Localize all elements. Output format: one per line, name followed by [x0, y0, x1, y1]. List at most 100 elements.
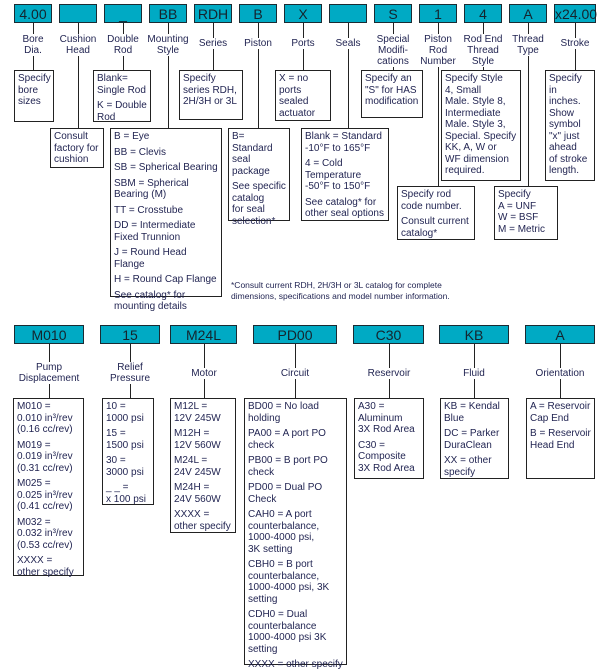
option-box: Blank= Single Rod K = Double Rod [93, 70, 151, 123]
option-text: CBH0 = B port counterbalance, 1000-4000 … [248, 559, 330, 605]
option-text: See specific catalog for seal selection* [232, 181, 286, 227]
option-box: Specify series RDH, 2H/3H or 3L [179, 70, 243, 120]
option-box: Consult factory for cushion [50, 128, 104, 168]
option-box: M010 = 0.010 in³/rev (0.16 cc/rev) M019 =… [13, 398, 84, 578]
option-text: M24L = 24V 245W [174, 455, 221, 478]
field-label: Seals [334, 38, 362, 49]
field-label: Cushion Head [58, 34, 98, 56]
code-box-bottom_codes-1: 15 [100, 325, 160, 344]
option-text: SBM = Spherical Bearing (M) [114, 177, 189, 201]
option-text: 4 = Cold Temperature -50°F to 150°F [305, 158, 371, 192]
option-text: M12L = 12V 245W [174, 401, 221, 424]
option-text: Consult factory for cushion [54, 131, 99, 165]
field-label: Mounting Style [146, 34, 190, 56]
option-box: Specify bore sizes [14, 70, 54, 122]
option-text: K = Double Rod [97, 100, 147, 123]
option-box: X = no ports sealed actuator [275, 70, 331, 121]
field-label: Ports [290, 38, 316, 49]
code-box-top_codes-5: B [239, 4, 277, 23]
code-box-top_codes-11: A [509, 4, 547, 23]
option-text: CDH0 = Dual counterbalance 1000-4000 psi… [248, 609, 327, 655]
option-text: See catalog* for mounting details [114, 289, 187, 313]
option-box: Specify rod code number. Consult current … [397, 186, 475, 240]
option-text: M12H = 12V 560W [174, 428, 221, 451]
option-text: 15 = 1500 psi [106, 428, 144, 451]
field-label: Orientation [534, 368, 586, 379]
option-text: SB = Spherical Bearing [114, 162, 218, 173]
field-label: Circuit [279, 368, 311, 379]
code-box-bottom_codes-4: C30 [353, 325, 424, 344]
code-box-bottom_codes-0: M010 [14, 325, 84, 344]
option-text: B = Reservoir Head End [530, 428, 591, 451]
option-text: A = Reservoir Cap End [530, 401, 591, 424]
option-box: A30 = Aluminum 3X Rod Area C30 = Composit… [354, 398, 424, 479]
option-box: Blank = Standard -10°F to 165°F 4 = Cold … [301, 128, 389, 221]
option-text: Blank= Single Rod [97, 73, 146, 96]
field-label: Fluid [462, 368, 486, 379]
option-text: J = Round Head Flange [114, 247, 187, 270]
field-label: Pump Displacement [17, 362, 81, 384]
field-label: Stroke [559, 38, 591, 49]
option-text: Specify in inches. Show symbol "x" just … [549, 73, 588, 176]
option-box: Specify Style 4, Small Male. Style 8, In… [441, 70, 521, 181]
field-label: Thread Type [511, 34, 545, 56]
option-text: M019 = 0.019 in³/rev (0.31 cc/rev) [17, 439, 73, 474]
option-text: CAH0 = A port counterbalance, 1000-4000 … [248, 509, 320, 555]
code-box-bottom_codes-2: M24L [170, 325, 237, 344]
footnote: *Consult current RDH, 2H/3H or 3L catalo… [231, 280, 450, 301]
option-text: PB00 = B port PO check [248, 455, 328, 478]
option-text: XXXX = other specify [17, 555, 74, 578]
option-text: M032 = 0.032 in³/rev (0.53 cc/rev) [17, 516, 73, 551]
option-box: Specify an "S" for HAS modification [361, 70, 423, 118]
code-box-bottom_codes-3: PD00 [253, 325, 337, 344]
code-box-top_codes-6: X [284, 4, 322, 23]
option-box: KB = Kendal Blue DC = Parker DuraClean XX … [440, 398, 509, 479]
code-box-top_codes-2: _ [104, 4, 142, 23]
option-text: Specify rod code number. [401, 189, 462, 212]
option-box: B= Standard seal package See specific cat… [228, 128, 290, 227]
option-text: Blank = Standard -10°F to 165°F [305, 131, 382, 154]
field-label: Double Rod [106, 34, 140, 56]
option-text: Specify A = UNF W = BSF M = Metric [498, 189, 545, 235]
option-text: 30 = 3000 psi [106, 455, 144, 478]
option-text: M24H = 24V 560W [174, 482, 221, 505]
option-box: M12L = 12V 245W M12H = 12V 560W M24L = 24V… [170, 398, 236, 533]
option-box: 10 = 1000 psi 15 = 1500 psi 30 = 3000 psi _… [102, 398, 154, 505]
code-box-top_codes-12: x24.00 [554, 4, 598, 23]
option-text: M025 = 0.025 in³/rev (0.41 cc/rev) [17, 478, 73, 512]
option-text: TT = Crosstube [114, 204, 184, 216]
option-text: 10 = 1000 psi [106, 401, 144, 424]
code-box-top_codes-9: 1 [419, 4, 457, 23]
code-box-top_codes-0: 4.00 [14, 4, 52, 23]
option-text: See catalog* for other seal options [305, 196, 384, 220]
field-label: Special Modifi- cations [375, 34, 411, 67]
code-box-top_codes-8: S [374, 4, 412, 23]
option-text: PD00 = Dual PO Check [248, 482, 323, 505]
code-box-top_codes-3: BB [149, 4, 187, 23]
option-text: Specify an "S" for HAS modification [365, 73, 419, 107]
field-label: Bore Dia. [21, 34, 45, 56]
option-text: BB = Clevis [114, 146, 166, 158]
field-label: Relief Pressure [108, 362, 152, 384]
code-box-bottom_codes-5: KB [439, 325, 509, 344]
field-label: Reservoir [366, 368, 412, 379]
field-label: Motor [190, 368, 218, 379]
option-text: BD00 = No load holding [248, 401, 319, 424]
code-box-top_codes-10: 4 [464, 4, 502, 23]
option-text: PA00 = A port PO check [248, 428, 326, 451]
field-label: Rod End Thread Style [462, 34, 504, 67]
option-box: A = Reservoir Cap End B = Reservoir Head … [526, 398, 595, 479]
option-text: X = no ports sealed actuator [279, 73, 316, 119]
option-box: BD00 = No load holding PA00 = A port PO c… [244, 398, 347, 670]
option-text: DC = Parker DuraClean [444, 428, 500, 451]
field-label: Piston [243, 38, 273, 49]
option-text: Specify Style 4, Small Male. Style 8, In… [445, 73, 517, 176]
option-text: Consult current catalog* [401, 216, 469, 239]
option-box: Specify A = UNF W = BSF M = Metric [494, 186, 558, 240]
option-text: Specify series RDH, 2H/3H or 3L [183, 73, 237, 107]
option-text: XXXX = other specify [174, 509, 231, 532]
option-text: A30 = Aluminum 3X Rod Area [358, 401, 415, 435]
option-text: B= Standard seal package [232, 131, 273, 177]
option-text: DD = Intermediate Fixed Trunnion [114, 220, 196, 243]
option-text: XXXX = other specify [248, 659, 343, 670]
